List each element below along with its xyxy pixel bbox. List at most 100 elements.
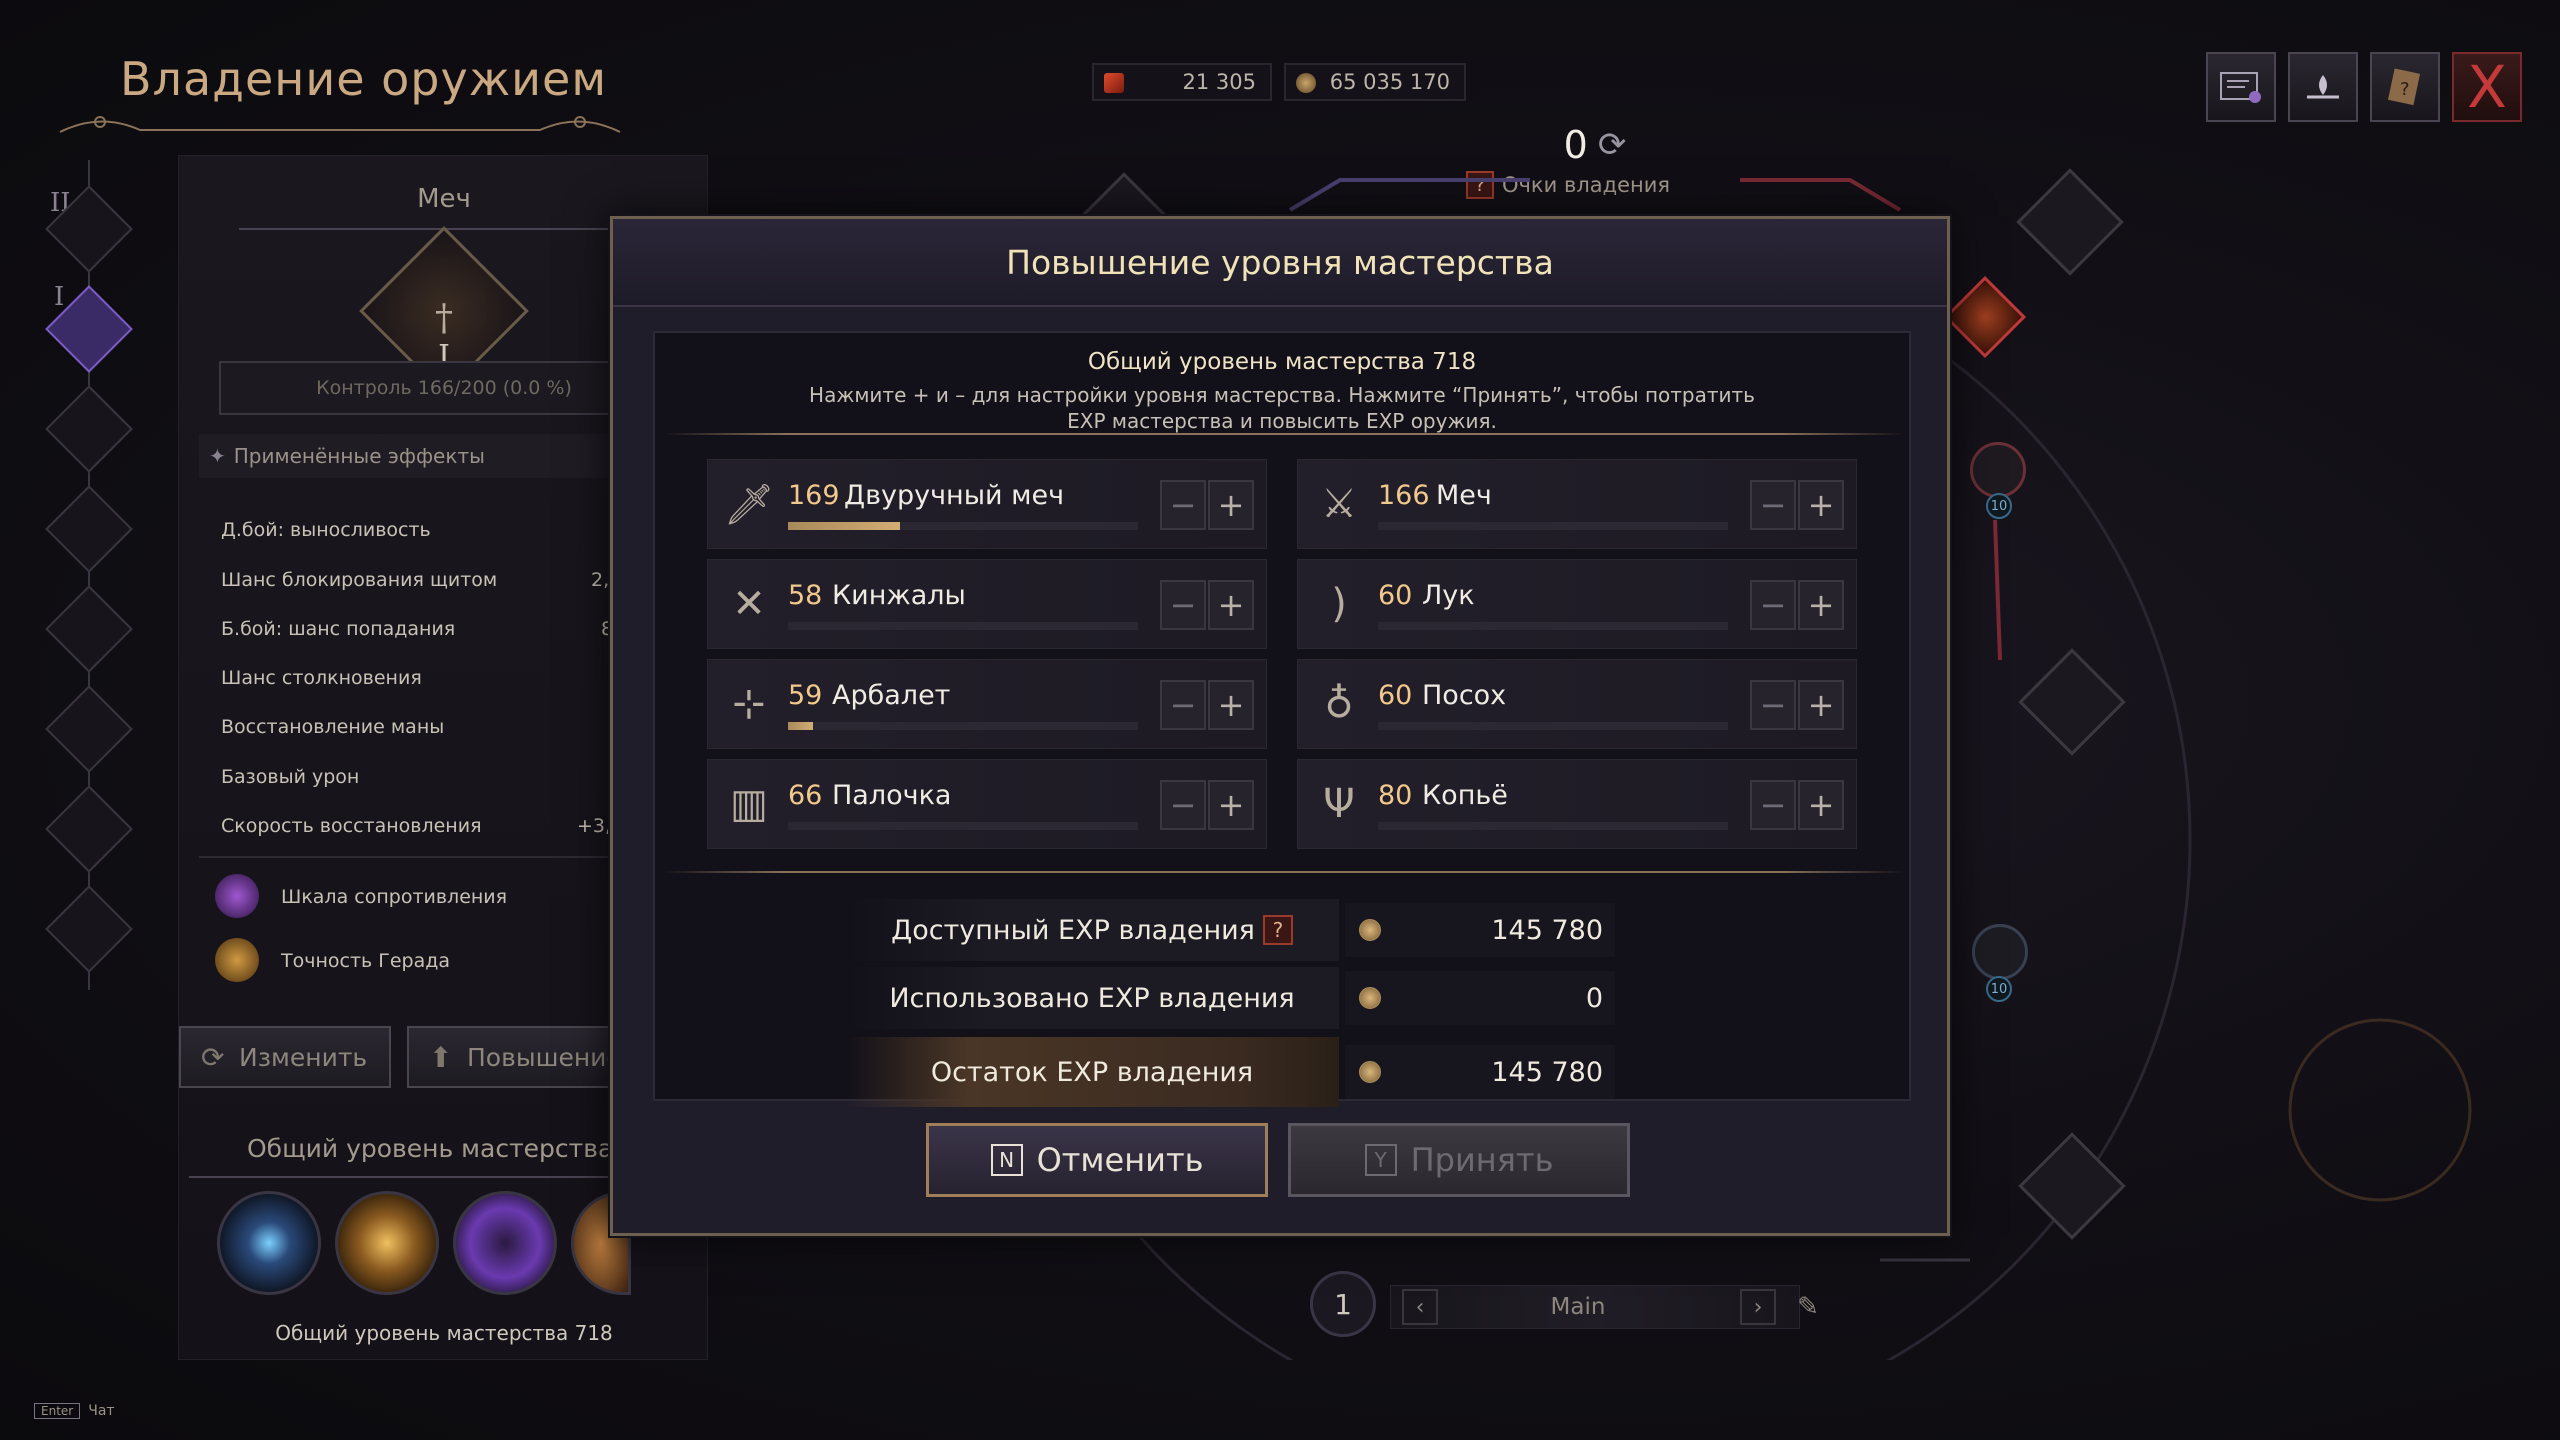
graph-node-shield[interactable]	[1970, 442, 2026, 498]
decrease-button[interactable]: −	[1160, 480, 1206, 530]
sword-shield-icon: ⚔	[1321, 481, 1357, 527]
upgrade-icon: ⬆	[429, 1040, 453, 1074]
close-button[interactable]: X	[2452, 52, 2522, 122]
mastery-orb-fire[interactable]	[335, 1191, 439, 1295]
enter-key[interactable]: Enter	[34, 1403, 81, 1419]
chevron-left-icon: ‹	[1415, 1294, 1425, 1320]
increase-button[interactable]: +	[1208, 780, 1254, 830]
help-icon[interactable]: ?	[1262, 915, 1293, 945]
decrease-button[interactable]: −	[1750, 780, 1796, 830]
exp-remaining-label-text: Остаток EXP владения	[930, 1056, 1254, 1088]
control-bar: Контроль 166/200 (0.0 %)	[219, 361, 669, 415]
quest-button[interactable]: ?	[2370, 52, 2440, 122]
decrease-button[interactable]: −	[1750, 680, 1796, 730]
exp-remaining-row: Остаток EXP владения 145 780	[845, 1037, 1695, 1107]
increase-button[interactable]: +	[1208, 480, 1254, 530]
decrease-button[interactable]: −	[1750, 480, 1796, 530]
increase-button[interactable]: +	[1798, 680, 1844, 730]
weapon-row: ⚔ 166 Меч − +	[1297, 459, 1857, 549]
next-preset-button[interactable]: ›	[1740, 1289, 1776, 1325]
exp-available-row: Доступный EXP владения ? 145 780	[845, 899, 1695, 961]
decrease-button[interactable]: −	[1160, 780, 1206, 830]
decrease-button[interactable]: −	[1160, 580, 1206, 630]
weapon-level: 59	[788, 680, 823, 711]
exp-available-label: Доступный EXP владения ?	[845, 899, 1339, 961]
accept-button-label: Принять	[1410, 1141, 1554, 1179]
coin-icon	[1296, 73, 1316, 93]
arrow-flag-icon	[1104, 73, 1124, 93]
increase-button[interactable]: +	[1798, 580, 1844, 630]
bow-icon: )	[1331, 581, 1347, 627]
increase-button[interactable]: +	[1208, 580, 1254, 630]
weapon-mastery-screen: Владение оружием 21 305 65 035 170 ? X 0…	[0, 0, 2560, 1440]
graph-node-gear[interactable]	[1972, 924, 2028, 980]
rail-node-daggers[interactable]	[45, 385, 133, 473]
wand-icon: ▥	[730, 781, 768, 827]
mastery-upgrade-modal: Повышение уровня мастерства Общий уровен…	[610, 216, 1950, 1236]
prev-preset-button[interactable]: ‹	[1402, 1289, 1438, 1325]
weapon-progress-bar	[1378, 522, 1728, 530]
stat-value: +3,	[577, 815, 612, 837]
weapon-row: ) 60 Лук − +	[1297, 559, 1857, 649]
tier-1-label: I	[54, 282, 65, 312]
chat-label: Чат	[88, 1403, 115, 1419]
document-button[interactable]	[2206, 52, 2276, 122]
weapon-progress-bar	[788, 522, 1138, 530]
weapon-progress-bar	[788, 722, 1138, 730]
weapon-name: Кинжалы	[832, 580, 966, 611]
stat-value: 2,	[591, 569, 610, 591]
weapon-emblem-tier: † I	[411, 264, 477, 374]
chat-hint: Enter Чат	[34, 1400, 115, 1422]
stat-label: Скорость восстановления	[221, 815, 482, 837]
document-icon	[2220, 72, 2261, 103]
modal-title: Повышение уровня мастерства	[613, 219, 1947, 307]
lotus-button[interactable]	[2288, 52, 2358, 122]
change-icon: ⟳	[201, 1040, 225, 1074]
special-label: Шкала сопротивления	[281, 886, 508, 908]
mastery-exp-icon	[1359, 919, 1381, 941]
hint-line-2: EXP мастерства и повысить EXP оружия.	[1067, 409, 1497, 433]
divider	[663, 871, 1905, 873]
weapon-progress-bar	[788, 622, 1138, 630]
preset-name: Main	[1550, 1294, 1606, 1320]
edit-preset-button[interactable]: ✎	[1788, 1287, 1828, 1327]
currency-arrows-value: 21 305	[1182, 70, 1256, 94]
decrease-button[interactable]: −	[1750, 580, 1796, 630]
node-badge: 10	[1986, 493, 2012, 519]
page-title: Владение оружием	[120, 52, 608, 106]
rail-node-spear[interactable]	[45, 885, 133, 973]
chevron-right-icon: ›	[1753, 1294, 1763, 1320]
change-button[interactable]: ⟳ Изменить	[179, 1026, 391, 1088]
rail-node-crossbow[interactable]	[45, 585, 133, 673]
exp-used-value: 0	[1585, 982, 1603, 1014]
increase-button[interactable]: +	[1798, 480, 1844, 530]
exp-available-value: 145 780	[1491, 914, 1603, 946]
hint-line-1: Нажмите + и – для настройки уровня масте…	[809, 383, 1755, 407]
special-label: Точность Герада	[281, 950, 451, 972]
weapon-row: ✕ 58 Кинжалы − +	[707, 559, 1267, 649]
effects-icon: ✦	[209, 444, 226, 468]
accept-button[interactable]: Y Принять	[1288, 1123, 1630, 1197]
spear-icon: Ψ	[1323, 781, 1355, 827]
mastery-orb-shadow[interactable]	[453, 1191, 557, 1295]
exp-used-row: Использовано EXP владения 0	[845, 967, 1695, 1029]
increase-button[interactable]: +	[1798, 780, 1844, 830]
increase-button[interactable]: +	[1208, 680, 1254, 730]
currency-silver: 65 035 170	[1284, 63, 1466, 101]
mastery-orb-arcane[interactable]	[217, 1191, 321, 1295]
weapon-level: 60	[1378, 580, 1413, 611]
node-badge: 10	[1986, 976, 2012, 1002]
rail-node-bow[interactable]	[45, 485, 133, 573]
sword-icon: †	[435, 298, 453, 339]
staff-icon: ♁	[1324, 681, 1354, 727]
weapon-level: 80	[1378, 780, 1413, 811]
rail-node-staff[interactable]	[45, 685, 133, 773]
resistance-gauge-icon	[215, 874, 259, 918]
cancel-button[interactable]: N Отменить	[926, 1123, 1268, 1197]
stat-label: Шанс блокирования щитом	[221, 569, 498, 591]
weapon-row: ♁ 60 Посох − +	[1297, 659, 1857, 749]
weapon-row: Ψ 80 Копьё − +	[1297, 759, 1857, 849]
decrease-button[interactable]: −	[1160, 680, 1206, 730]
rail-node-wand[interactable]	[45, 785, 133, 873]
greatsword-icon: 🗡	[723, 481, 775, 528]
